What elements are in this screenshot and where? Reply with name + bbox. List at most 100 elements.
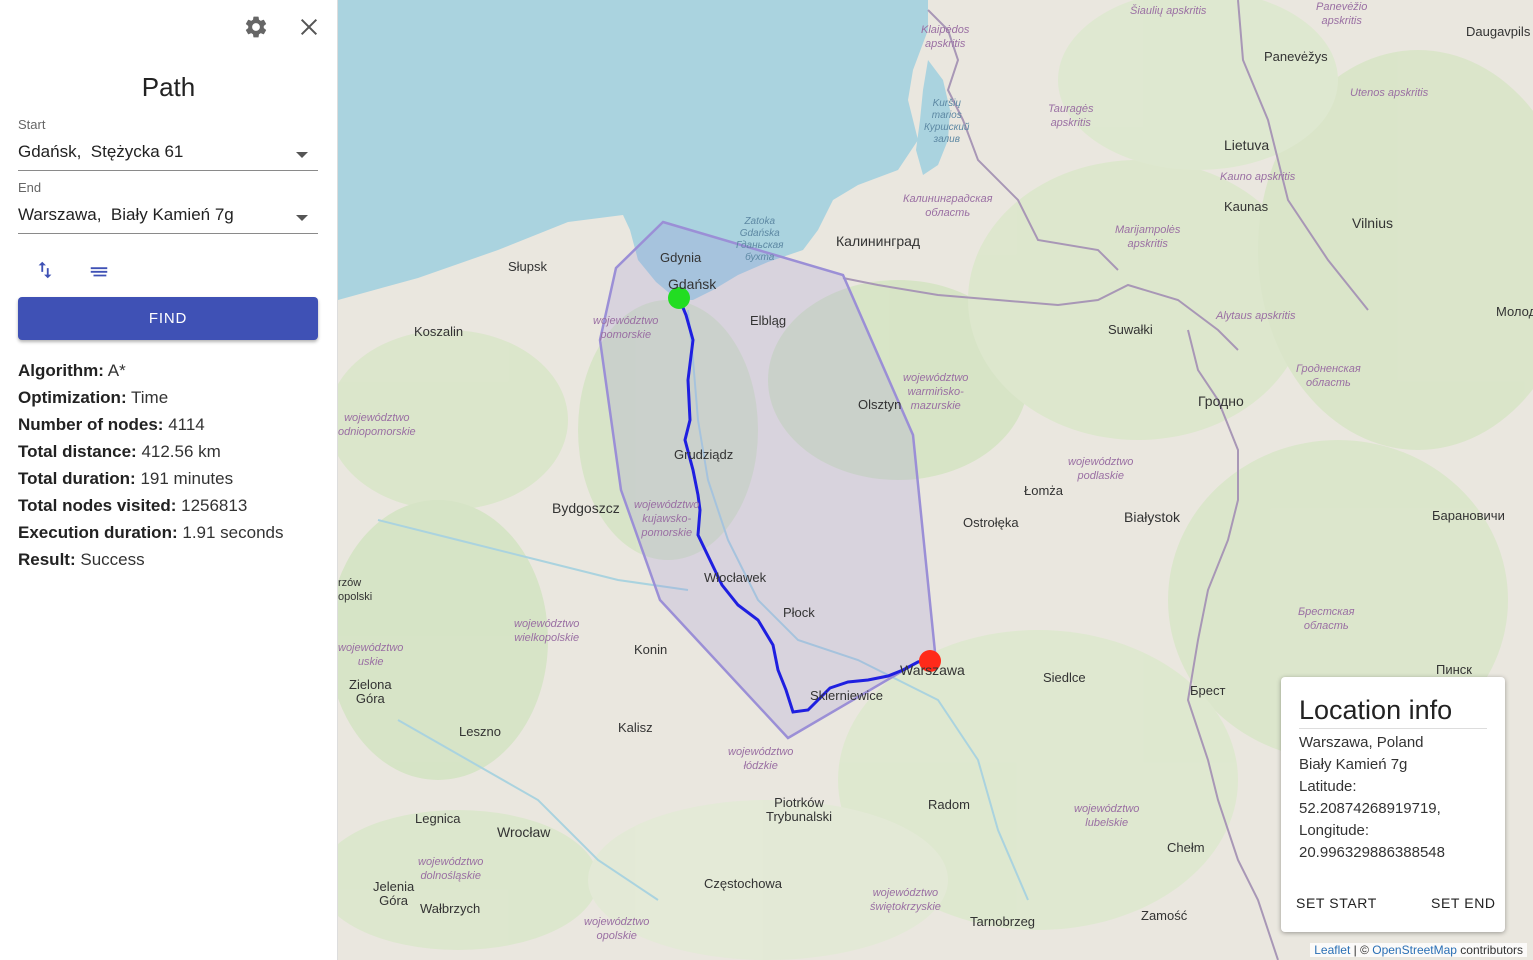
stat-label: Total nodes visited:	[18, 496, 177, 515]
map-label-olsztyn: Olsztyn	[858, 397, 902, 412]
chevron-down-icon	[296, 152, 308, 158]
map-label-lomza: Łomża	[1024, 483, 1064, 498]
location-info-card: Location info Warszawa, Poland Biały Kami…	[1281, 677, 1505, 932]
map-label-vilnius: Vilnius	[1352, 215, 1393, 231]
map-region-pomorskie: województwo pomorskie	[593, 315, 659, 341]
attribution-separator: | ©	[1350, 943, 1373, 957]
stat-row: Total nodes visited: 1256813	[18, 495, 284, 522]
stat-value: A*	[107, 361, 126, 380]
location-info-lines: Warszawa, Poland Biały Kamień 7g Latitude:…	[1299, 732, 1499, 864]
map-label-curonian-lagoon: Kuršių marios Куршский залив	[924, 98, 970, 145]
map-label-koszalin: Koszalin	[414, 324, 464, 339]
map-label-warszawa: Warszawa	[900, 662, 965, 678]
stat-row: Result: Success	[18, 549, 284, 576]
map-label-skierniewice: Skierniewice	[810, 688, 883, 703]
list-lines-icon	[90, 267, 108, 277]
chevron-down-icon	[296, 215, 308, 221]
map-label-elblag: Elbląg	[750, 313, 787, 328]
map-label-lietuva: Lietuva	[1224, 137, 1270, 153]
map-region-klaipedos: Klaipėdos apskritis	[921, 24, 970, 50]
location-info-line: 20.996329886388548	[1299, 844, 1445, 861]
end-value: Warszawa, Biały Kamień 7g	[18, 205, 234, 224]
attribution-suffix: contributors	[1456, 943, 1523, 957]
map-region-lodzkie: województwo łódzkie	[728, 746, 794, 772]
osm-link[interactable]: OpenStreetMap	[1372, 943, 1457, 957]
map-region-zachodniopomorskie: województwo odniopomorskie	[338, 412, 416, 438]
map-label-legnica: Legnica	[415, 811, 461, 826]
map-label-slupsk: Słupsk	[508, 259, 548, 274]
map-label-zamosc: Zamość	[1141, 908, 1188, 923]
stat-label: Execution duration:	[18, 523, 178, 542]
map-region-warminsko: województwo warmińsko- mazurskie	[903, 372, 969, 412]
start-select[interactable]: Gdańsk, Stężycka 61	[18, 138, 318, 171]
start-value: Gdańsk, Stężycka 61	[18, 142, 184, 161]
map-label-siedlce: Siedlce	[1043, 670, 1086, 685]
map-label-walbrzych: Wałbrzych	[420, 901, 481, 916]
map-label-daugavpils: Daugavpils	[1466, 24, 1531, 39]
map-label-radom: Radom	[928, 797, 970, 812]
map-region-marijampoles: Marijampolės apskritis	[1115, 224, 1181, 250]
stat-label: Optimization:	[18, 388, 127, 407]
set-end-button[interactable]: SET END	[1431, 895, 1496, 911]
map-label-tarnobrzeg: Tarnobrzeg	[970, 914, 1036, 929]
end-select[interactable]: Warszawa, Biały Kamień 7g	[18, 201, 318, 234]
map-label-jelenia-gora: Jelenia Góra	[373, 879, 415, 908]
find-button[interactable]: FIND	[18, 297, 318, 340]
stat-value: Success	[80, 550, 145, 569]
map-region-siauliu: Šiaulių apskritis	[1130, 5, 1207, 17]
location-info-line: Latitude:	[1299, 778, 1357, 795]
location-info-title: Location info	[1299, 695, 1487, 729]
stat-row: Execution duration: 1.91 seconds	[18, 522, 284, 549]
map-label-ostroleka: Ostrołęka	[963, 515, 1019, 530]
settings-button[interactable]	[242, 13, 270, 41]
map-label-leszno: Leszno	[459, 724, 501, 739]
map-region-dolnoslaskie: województwo dolnośląskie	[418, 856, 484, 882]
location-info-line: Biały Kamień 7g	[1299, 756, 1408, 773]
stat-row: Number of nodes: 4114	[18, 414, 284, 441]
map-label-konin: Konin	[634, 642, 668, 657]
details-button[interactable]	[85, 256, 113, 284]
map-region-kauno: Kauno apskritis	[1220, 171, 1296, 183]
map-label-pinsk: Пинск	[1436, 662, 1472, 677]
map-region-alytaus: Alytaus apskritis	[1216, 310, 1296, 322]
map-region-podlaskie: województwo podlaskie	[1068, 456, 1134, 482]
map-region-opolskie: województwo opolskie	[584, 916, 650, 942]
map-label-plock: Płock	[783, 605, 815, 620]
map-label-piotrkow: Piotrków Trybunalski	[766, 795, 832, 824]
map-label-grodno: Гродно	[1198, 393, 1244, 409]
close-icon	[300, 18, 318, 36]
map-region-utenos: Utenos apskritis	[1350, 87, 1429, 99]
map-region-kaliningrad: Калининградская область	[903, 193, 993, 219]
end-label: End	[18, 180, 42, 195]
sidebar: Path Start Gdańsk, Stężycka 61 End Warsz…	[0, 0, 338, 960]
map-label-molod: Молод	[1496, 304, 1533, 319]
set-start-button[interactable]: SET START	[1296, 895, 1377, 911]
map-label-gdynia: Gdynia	[660, 250, 702, 265]
map-label-chelm: Chełm	[1167, 840, 1205, 855]
stat-value: 4114	[168, 415, 205, 434]
stats-list: Algorithm: A* Optimization: Time Number of…	[18, 360, 284, 576]
map-label-baranovichi: Барановичи	[1432, 508, 1505, 523]
map-label-kalisz: Kalisz	[618, 720, 653, 735]
stat-row: Total distance: 412.56 km	[18, 441, 284, 468]
stat-row: Optimization: Time	[18, 387, 284, 414]
close-button[interactable]	[295, 13, 323, 41]
map-label-kaliningrad: Калининград	[836, 233, 921, 249]
map-region-lubuskie: województwo uskie	[338, 642, 404, 668]
stat-row: Total duration: 191 minutes	[18, 468, 284, 495]
stat-label: Algorithm:	[18, 361, 104, 380]
panel-title: Path	[141, 72, 196, 102]
stat-label: Total distance:	[18, 442, 137, 461]
map-label-zielona-gora: Zielona Góra	[349, 677, 392, 706]
map-region-kujawsko: województwo kujawsko- pomorskie	[634, 499, 700, 539]
map-region-lubelskie: województwo lubelskie	[1074, 803, 1140, 829]
map-region-panevezio: Panevėžio apskritis	[1316, 1, 1368, 27]
stat-row: Algorithm: A*	[18, 360, 284, 387]
map-label-kaunas: Kaunas	[1224, 199, 1269, 214]
map-region-wielkopolskie: województwo wielkopolskie	[514, 618, 580, 644]
map-label-brest: Брест	[1190, 683, 1226, 698]
map-region-brest: Брестская область	[1298, 606, 1355, 632]
stat-value: 1.91 seconds	[182, 523, 284, 542]
leaflet-link[interactable]: Leaflet	[1314, 943, 1350, 957]
swap-button[interactable]	[31, 256, 59, 284]
